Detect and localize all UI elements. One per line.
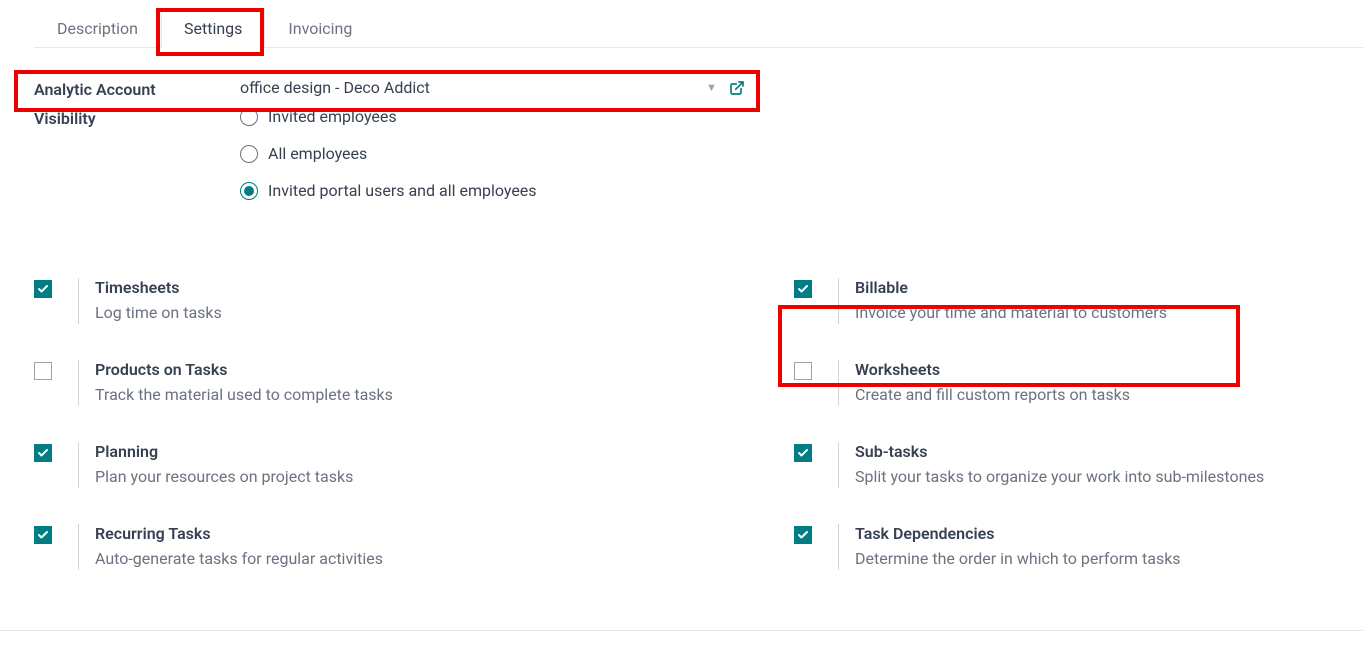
radio-label: Invited portal users and all employees — [268, 181, 537, 200]
checkbox-planning[interactable] — [34, 444, 52, 462]
analytic-account-value: office design - Deco Addict — [240, 78, 700, 97]
setting-products-on-tasks: Products on Tasks Track the material use… — [34, 360, 794, 406]
visibility-option-all-employees[interactable]: All employees — [240, 144, 537, 163]
visibility-label: Visibility — [34, 107, 240, 128]
divider — [838, 442, 839, 488]
setting-desc: Auto-generate tasks for regular activiti… — [95, 549, 383, 568]
checkbox-billable[interactable] — [794, 280, 812, 298]
divider — [78, 360, 79, 406]
setting-timesheets: Timesheets Log time on tasks — [34, 278, 794, 324]
radio-label: All employees — [268, 144, 367, 163]
analytic-account-field[interactable]: office design - Deco Addict ▼ — [240, 78, 745, 97]
bottom-border — [0, 630, 1363, 631]
setting-title: Task Dependencies — [855, 524, 1181, 543]
checkbox-task-dependencies[interactable] — [794, 526, 812, 544]
setting-desc: Plan your resources on project tasks — [95, 467, 353, 486]
radio-icon — [240, 108, 258, 126]
analytic-account-label: Analytic Account — [34, 78, 240, 99]
divider — [78, 278, 79, 324]
setting-desc: Determine the order in which to perform … — [855, 549, 1181, 568]
setting-desc: Log time on tasks — [95, 303, 222, 322]
setting-title: Worksheets — [855, 360, 1130, 379]
divider — [838, 524, 839, 570]
setting-billable: Billable Invoice your time and material … — [794, 278, 1363, 324]
radio-icon — [240, 145, 258, 163]
checkbox-timesheets[interactable] — [34, 280, 52, 298]
radio-label: Invited employees — [268, 107, 397, 126]
setting-title: Planning — [95, 442, 353, 461]
setting-title: Products on Tasks — [95, 360, 393, 379]
divider — [78, 442, 79, 488]
settings-grid: Timesheets Log time on tasks Products on… — [0, 208, 1363, 610]
setting-title: Sub-tasks — [855, 442, 1264, 461]
visibility-radio-group: Invited employees All employees Invited … — [240, 107, 537, 200]
tab-description[interactable]: Description — [34, 8, 161, 48]
setting-planning: Planning Plan your resources on project … — [34, 442, 794, 488]
checkbox-sub-tasks[interactable] — [794, 444, 812, 462]
setting-desc: Create and fill custom reports on tasks — [855, 385, 1130, 404]
caret-down-icon[interactable]: ▼ — [706, 81, 717, 94]
setting-desc: Invoice your time and material to custom… — [855, 303, 1167, 322]
divider — [78, 524, 79, 570]
visibility-option-invited-portal[interactable]: Invited portal users and all employees — [240, 181, 537, 200]
divider — [838, 360, 839, 406]
radio-icon — [240, 182, 258, 200]
settings-right-column: Billable Invoice your time and material … — [794, 278, 1363, 570]
setting-recurring-tasks: Recurring Tasks Auto-generate tasks for … — [34, 524, 794, 570]
settings-left-column: Timesheets Log time on tasks Products on… — [34, 278, 794, 570]
setting-desc: Split your tasks to organize your work i… — [855, 467, 1264, 486]
setting-sub-tasks: Sub-tasks Split your tasks to organize y… — [794, 442, 1363, 488]
checkbox-worksheets[interactable] — [794, 362, 812, 380]
checkbox-products-on-tasks[interactable] — [34, 362, 52, 380]
external-link-icon[interactable] — [729, 80, 745, 96]
checkbox-recurring-tasks[interactable] — [34, 526, 52, 544]
setting-title: Timesheets — [95, 278, 222, 297]
visibility-option-invited-employees[interactable]: Invited employees — [240, 107, 537, 126]
setting-task-dependencies: Task Dependencies Determine the order in… — [794, 524, 1363, 570]
setting-worksheets: Worksheets Create and fill custom report… — [794, 360, 1363, 406]
setting-title: Recurring Tasks — [95, 524, 383, 543]
tab-invoicing[interactable]: Invoicing — [265, 8, 375, 48]
tab-settings[interactable]: Settings — [161, 8, 265, 48]
divider — [838, 278, 839, 324]
tab-bar: Description Settings Invoicing — [34, 8, 1363, 48]
setting-title: Billable — [855, 278, 1167, 297]
setting-desc: Track the material used to complete task… — [95, 385, 393, 404]
